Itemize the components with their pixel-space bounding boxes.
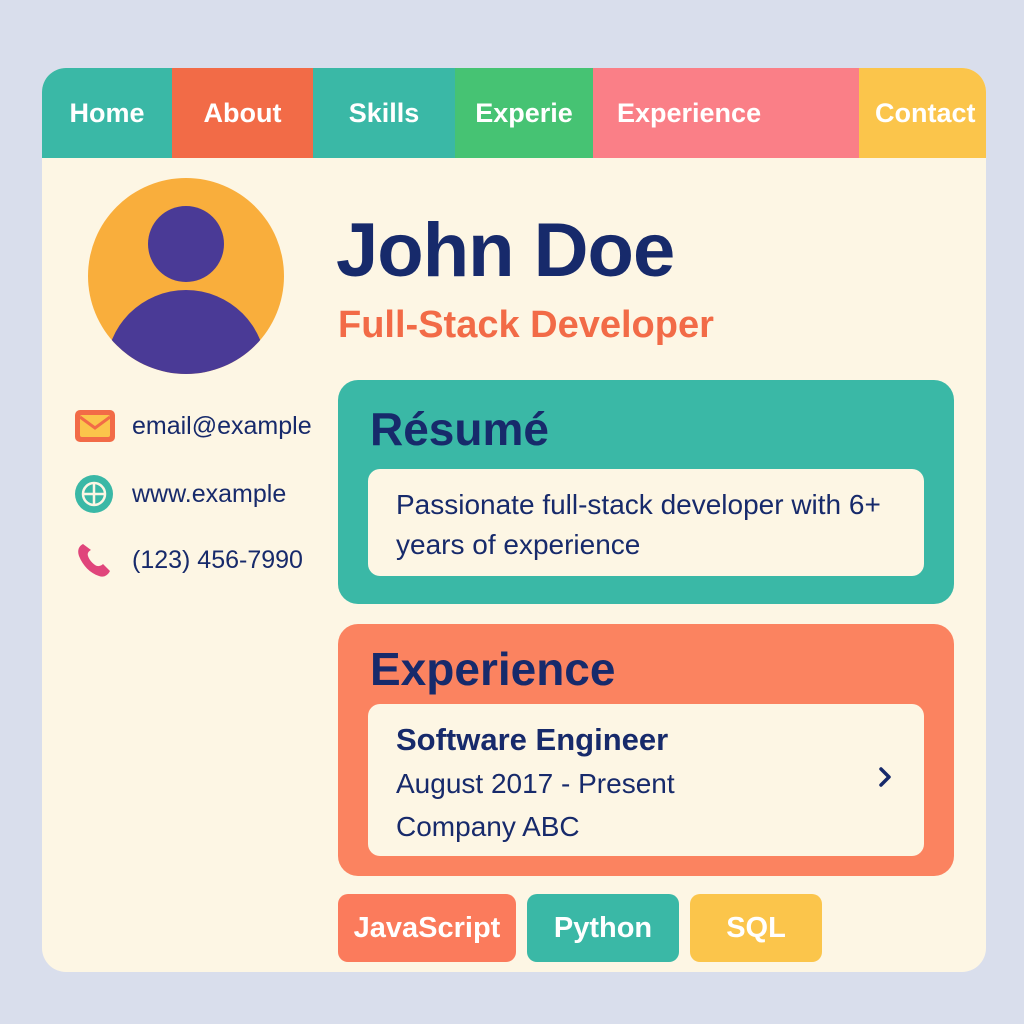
- skill-label: Python: [553, 911, 653, 944]
- job-title: Software Engineer: [396, 722, 669, 757]
- tab-label: Experience: [617, 97, 762, 128]
- experience-heading: Experience: [370, 643, 616, 695]
- skill-tag-sql[interactable]: SQL: [690, 894, 822, 962]
- resume-summary-box: Passionate full-stack developer with 6+ …: [368, 469, 924, 576]
- tab-label: About: [203, 97, 282, 128]
- skill-label: SQL: [726, 911, 786, 944]
- skill-tag-javascript[interactable]: JavaScript: [338, 894, 516, 962]
- experience-section: Experience Software Engineer August 2017…: [338, 624, 954, 876]
- experience-item[interactable]: Software Engineer August 2017 - Present …: [368, 704, 924, 856]
- tab-label: Skills: [348, 97, 420, 128]
- tab-contact[interactable]: Contact: [859, 68, 986, 158]
- chevron-right-icon[interactable]: [870, 762, 900, 792]
- skill-tag-python[interactable]: Python: [527, 894, 679, 962]
- profile-name: John Doe: [336, 208, 675, 293]
- job-company: Company ABC: [396, 811, 580, 842]
- tab-about[interactable]: About: [172, 68, 313, 158]
- skill-label: JavaScript: [353, 911, 501, 944]
- envelope-icon: [74, 406, 116, 446]
- tab-experience-short[interactable]: Experie: [455, 68, 593, 158]
- resume-heading: Résumé: [370, 403, 549, 455]
- tab-label: Experie: [475, 97, 573, 128]
- tab-label: Home: [69, 97, 145, 128]
- resume-card: Home About Skills Experie Experience Con…: [42, 68, 986, 972]
- phone-icon: [74, 540, 116, 580]
- avatar-body: [106, 290, 266, 374]
- tab-home[interactable]: Home: [42, 68, 172, 158]
- tab-experience[interactable]: Experience: [593, 68, 859, 158]
- profile-title: Full-Stack Developer: [338, 304, 714, 346]
- top-nav: Home About Skills Experie Experience Con…: [42, 68, 986, 158]
- job-dates: August 2017 - Present: [396, 768, 675, 799]
- contact-website-text: www.example: [132, 479, 287, 508]
- contact-email-text: email@example: [132, 411, 312, 440]
- tab-skills[interactable]: Skills: [313, 68, 455, 158]
- tab-label: Contact: [875, 97, 976, 128]
- avatar-head: [148, 206, 224, 282]
- contact-email[interactable]: email@example: [74, 406, 312, 446]
- resume-summary: Passionate full-stack developer with 6+ …: [396, 489, 881, 560]
- globe-icon: [74, 474, 116, 514]
- contact-phone[interactable]: (123) 456-7990: [74, 540, 303, 580]
- resume-section: Résumé Passionate full-stack developer w…: [338, 380, 954, 604]
- contact-website[interactable]: www.example: [74, 474, 286, 514]
- contact-phone-text: (123) 456-7990: [132, 545, 303, 574]
- user-avatar-icon: [88, 178, 284, 374]
